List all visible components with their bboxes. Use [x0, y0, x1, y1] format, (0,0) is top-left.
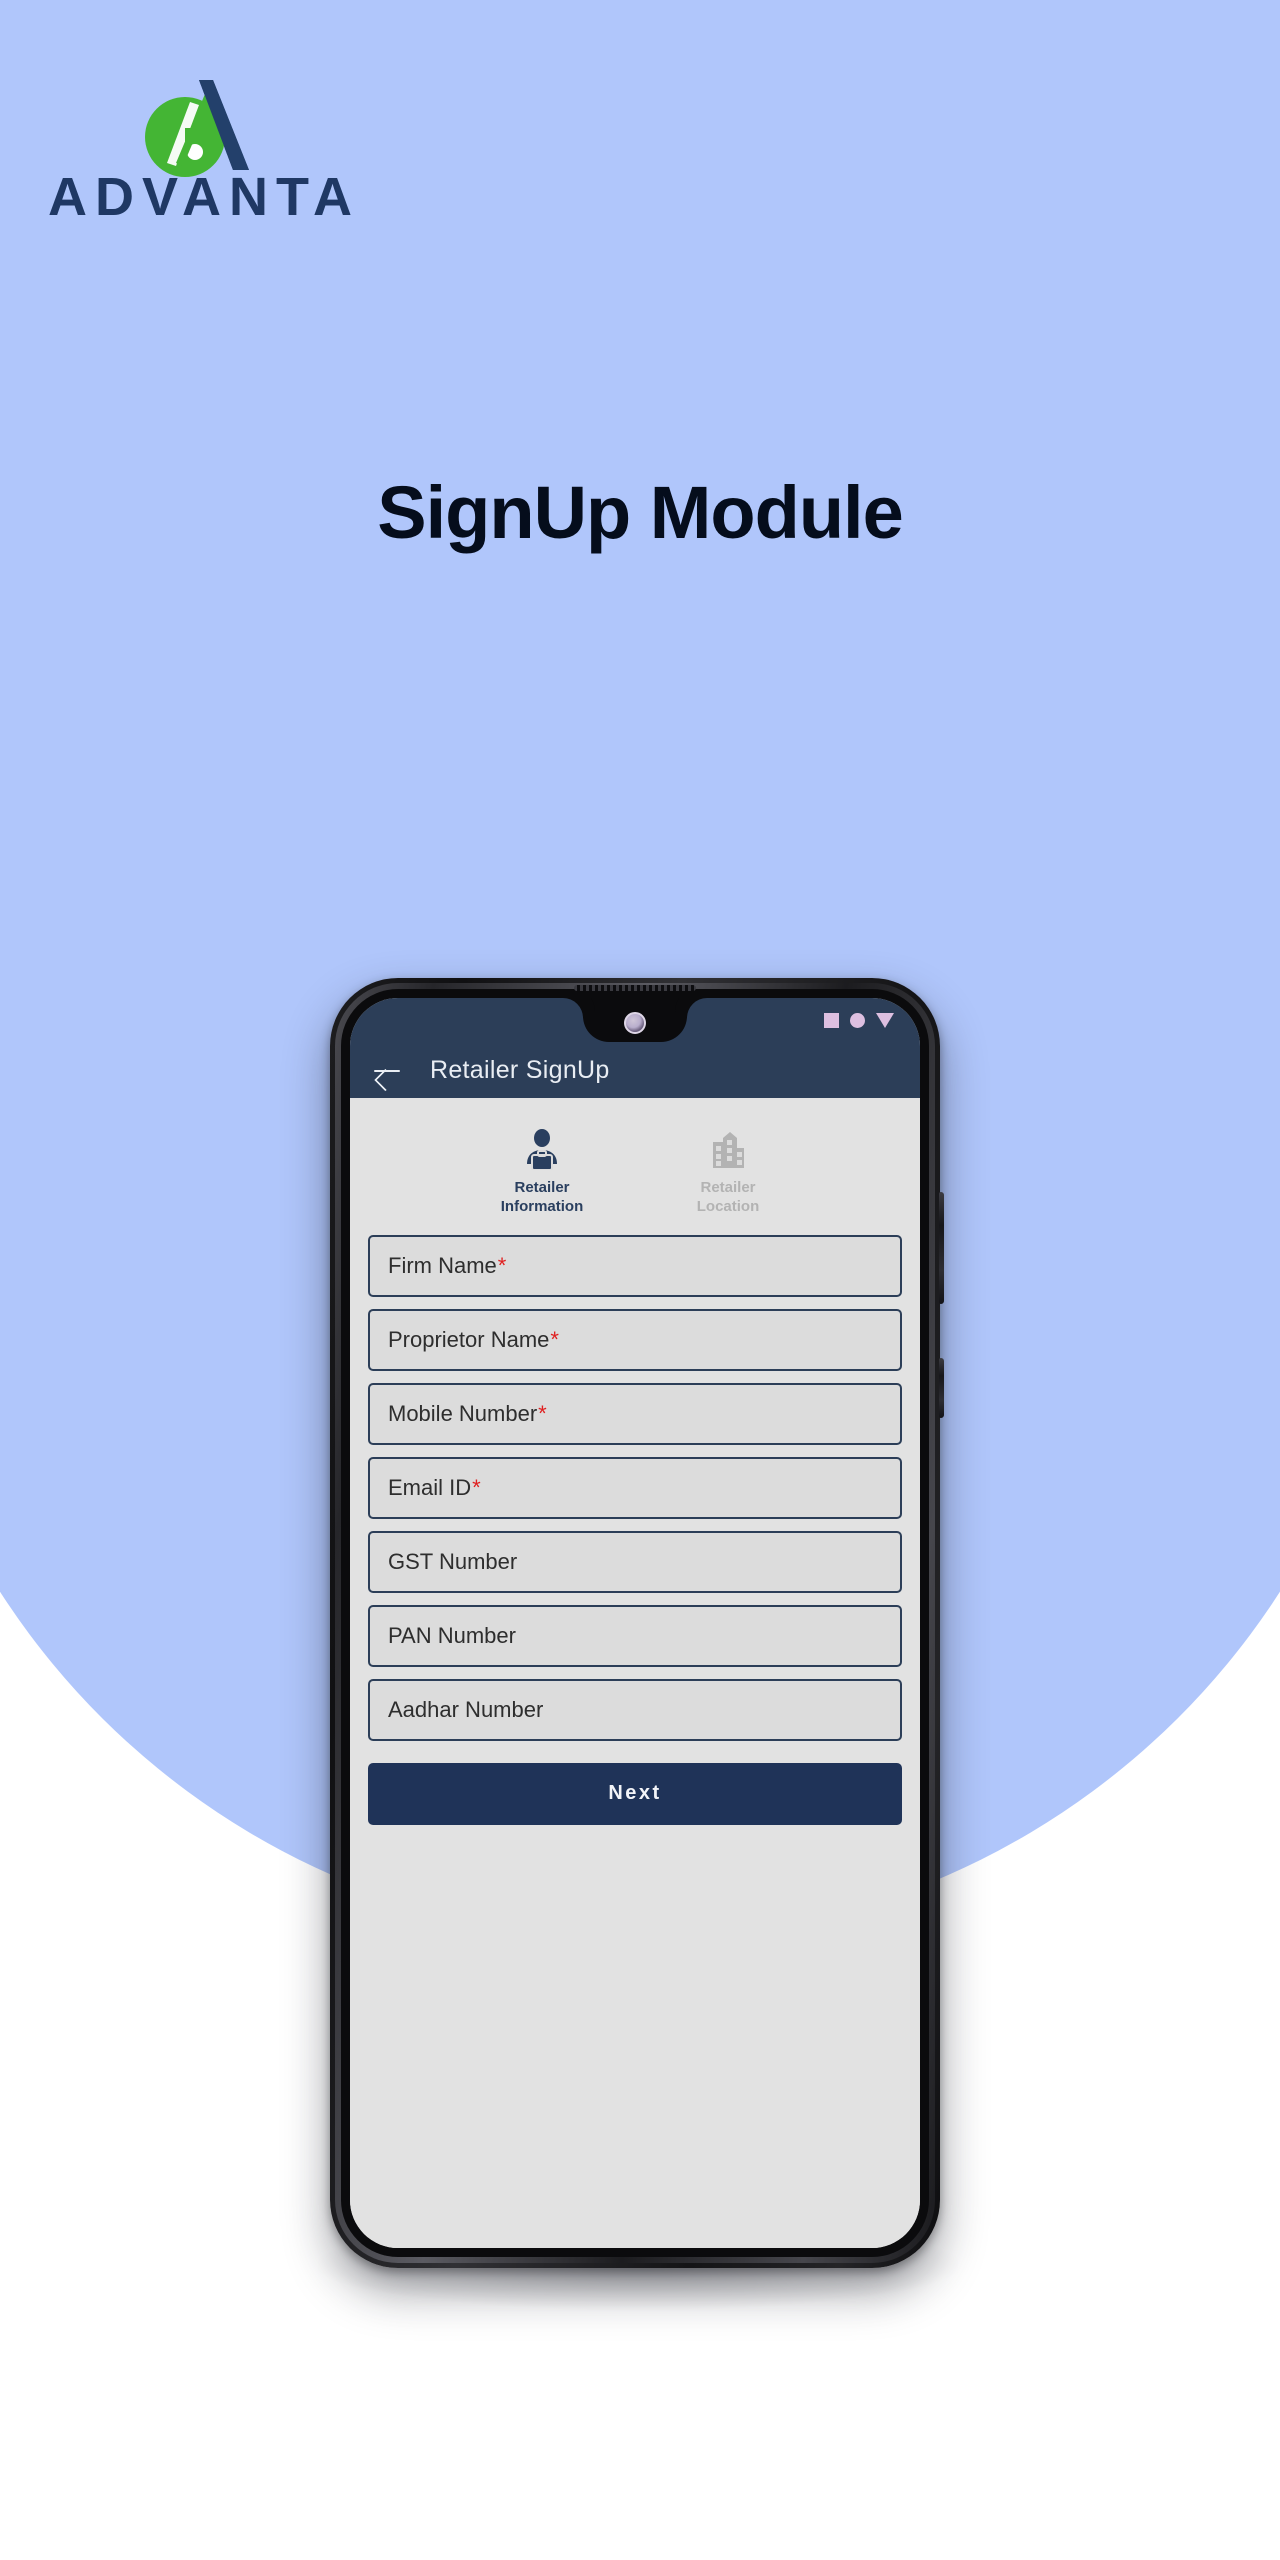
step-retailer-location[interactable]: Retailer Location [669, 1126, 787, 1217]
step-label-line2: Information [500, 1197, 584, 1215]
app-bar: Retailer SignUp [350, 1043, 920, 1098]
firm-name-input[interactable]: Firm Name * [368, 1234, 902, 1297]
step-label-line1: Retailer [514, 1179, 570, 1196]
email-id-label: Email ID [388, 1474, 472, 1500]
front-camera-icon [624, 1012, 646, 1034]
required-marker: * [497, 1252, 507, 1278]
email-id-input[interactable]: Email ID * [368, 1456, 902, 1519]
proprietor-name-input[interactable]: Proprietor Name * [368, 1308, 902, 1371]
power-button[interactable] [939, 1192, 944, 1304]
mobile-number-label: Mobile Number [388, 1400, 538, 1426]
phone-mockup: Retailer SignUp Retailer Information Ret… [330, 978, 944, 2268]
aadhar-number-label: Aadhar Number [388, 1696, 544, 1722]
advanta-leaf-a-logo-icon [145, 80, 249, 177]
screen-content: Retailer Information Retailer Location F… [350, 1098, 920, 2248]
advanta-wordmark: ADVANTA [48, 167, 360, 227]
status-bar-icons [824, 1013, 894, 1028]
step-label-retailer-information: Retailer Information [501, 1179, 584, 1217]
back-arrow-icon[interactable] [372, 1059, 402, 1083]
required-marker: * [550, 1326, 559, 1352]
step-label-line2: Location [696, 1197, 760, 1215]
aadhar-number-input[interactable]: Aadhar Number [368, 1678, 902, 1741]
required-marker: * [472, 1474, 481, 1500]
notch [583, 998, 687, 1042]
person-briefcase-icon [521, 1126, 563, 1170]
phone-screen: Retailer SignUp Retailer Information Ret… [350, 998, 920, 2248]
square-icon [824, 1013, 839, 1028]
status-bar [350, 998, 920, 1043]
signup-stepper: Retailer Information Retailer Location [368, 1098, 902, 1231]
triangle-down-icon [876, 1013, 894, 1028]
signup-form-fields: Firm Name * Proprietor Name * Mobile Numbe… [368, 1231, 902, 1741]
firm-name-label: Firm Name [388, 1252, 497, 1278]
pan-number-label: PAN Number [388, 1622, 516, 1648]
pan-number-input[interactable]: PAN Number [368, 1604, 902, 1667]
mobile-number-input[interactable]: Mobile Number * [368, 1382, 902, 1445]
advanta-logo: ADVANTA [48, 62, 352, 224]
next-button[interactable]: Next [368, 1762, 902, 1825]
required-marker: * [538, 1400, 547, 1426]
circle-icon [850, 1013, 865, 1028]
app-bar-title: Retailer SignUp [430, 1056, 610, 1084]
building-icon [707, 1126, 749, 1170]
step-retailer-information[interactable]: Retailer Information [483, 1126, 601, 1217]
gst-number-input[interactable]: GST Number [368, 1530, 902, 1593]
volume-button[interactable] [939, 1358, 944, 1418]
gst-number-label: GST Number [388, 1548, 518, 1574]
step-label-retailer-location: Retailer Location [697, 1179, 760, 1217]
step-label-line1: Retailer [700, 1179, 756, 1196]
proprietor-name-label: Proprietor Name [388, 1326, 550, 1352]
page-title: SignUp Module [377, 471, 904, 554]
earpiece-speaker [574, 985, 696, 991]
